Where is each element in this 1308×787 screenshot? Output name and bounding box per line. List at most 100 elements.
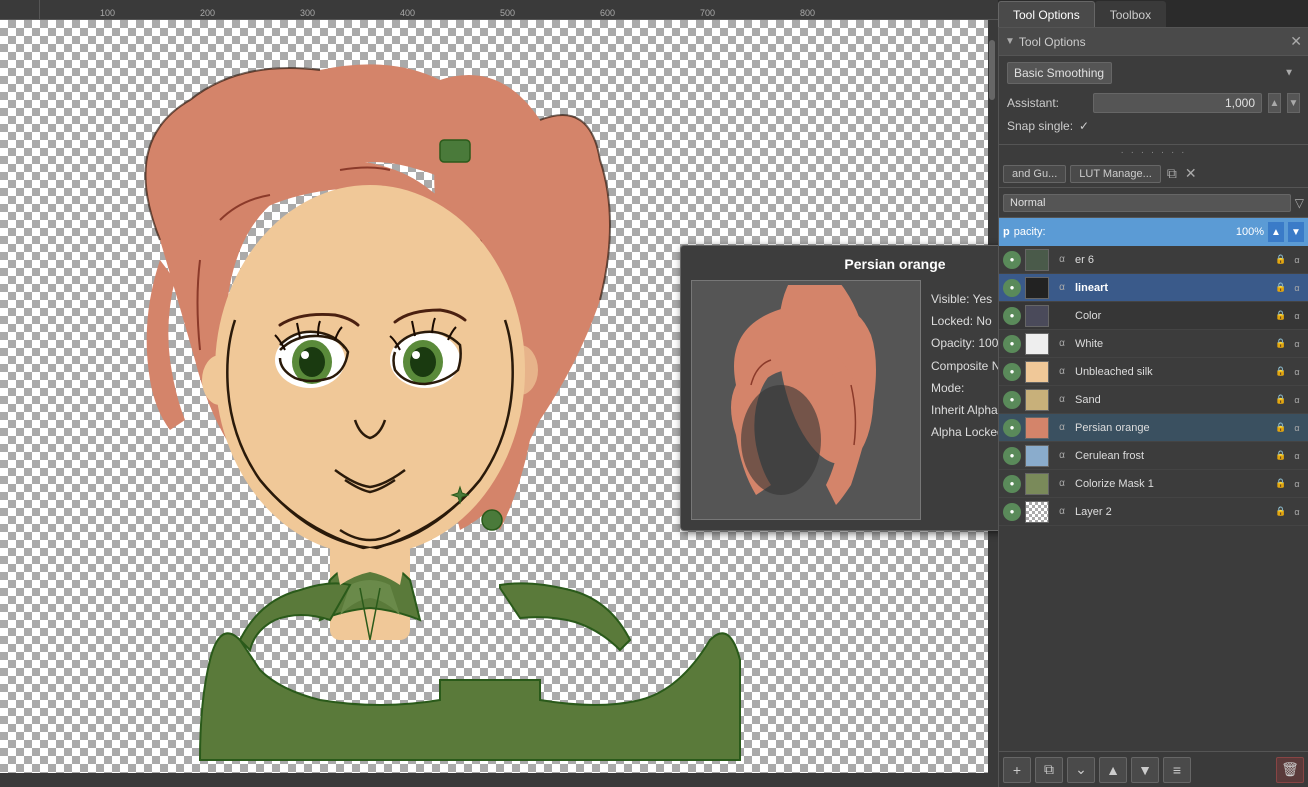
add-layer-button[interactable]: + — [1003, 757, 1031, 783]
layer-alpha-lock-icon[interactable]: α — [1290, 281, 1304, 295]
layer-visibility-icon[interactable]: ● — [1003, 251, 1021, 269]
layer-visibility-icon[interactable]: ● — [1003, 475, 1021, 493]
layer-lock-icon[interactable]: 🔒 — [1274, 365, 1288, 379]
move-layer-down-button[interactable]: ▼ — [1131, 757, 1159, 783]
blend-mode-select[interactable]: Normal Multiply Screen Overlay — [1003, 194, 1291, 212]
assistant-input[interactable] — [1093, 93, 1262, 113]
layer-lock-icon[interactable]: 🔒 — [1274, 309, 1288, 323]
layers-toolbar: and Gu... LUT Manage... ⧉ ✕ — [999, 160, 1308, 188]
layer-alpha-lock-icon[interactable]: α — [1290, 477, 1304, 491]
layer-visibility-icon[interactable]: ● — [1003, 363, 1021, 381]
layer-lock-icon[interactable]: 🔒 — [1274, 281, 1288, 295]
smoothing-select-wrapper: Basic Smoothing No Smoothing Stabilize W… — [1007, 62, 1300, 84]
layer-visibility-icon[interactable]: ● — [1003, 279, 1021, 297]
assistant-spin-up[interactable]: ▲ — [1268, 93, 1281, 113]
layer-visibility-icon[interactable]: ● — [1003, 447, 1021, 465]
layer-alpha-lock-icon[interactable]: α — [1290, 505, 1304, 519]
layer-item-sand[interactable]: ● α Sand 🔒 α — [999, 386, 1308, 414]
move-layer-up-button[interactable]: ▲ — [1099, 757, 1127, 783]
layer-lock-icon[interactable]: 🔒 — [1274, 505, 1288, 519]
layer-name: Layer 2 — [1075, 506, 1270, 518]
layer-name: White — [1075, 338, 1270, 350]
layer-item-cerulean-frost[interactable]: ● α Cerulean frost 🔒 α — [999, 442, 1308, 470]
layer-alpha-lock-icon[interactable]: α — [1290, 337, 1304, 351]
layer-item-unbleached-silk[interactable]: ● α Unbleached silk 🔒 α — [999, 358, 1308, 386]
layer-name: lineart — [1075, 282, 1270, 294]
lut-manager-button[interactable]: LUT Manage... — [1070, 165, 1161, 183]
layer-alpha-lock-icon[interactable]: α — [1290, 449, 1304, 463]
ruler-tick-500: 500 — [500, 8, 515, 18]
layer-item-colorize-mask[interactable]: ● α Colorize Mask 1 🔒 α — [999, 470, 1308, 498]
layer-alpha-icon: α — [1053, 251, 1071, 269]
layer-visibility-icon[interactable]: ● — [1003, 335, 1021, 353]
layer-item-persian-orange[interactable]: ● α Persian orange 🔒 α — [999, 414, 1308, 442]
layer-list[interactable]: ● α er 6 🔒 α ● α lineart 🔒 — [999, 246, 1308, 751]
layer-alpha-lock-icon[interactable]: α — [1290, 309, 1304, 323]
layer-item[interactable]: ● α er 6 🔒 α — [999, 246, 1308, 274]
layer-lock-icon[interactable]: 🔒 — [1274, 253, 1288, 267]
layer-alpha-lock-icon[interactable]: α — [1290, 393, 1304, 407]
layer-lock-icon[interactable]: 🔒 — [1274, 337, 1288, 351]
assistant-spin-down[interactable]: ▼ — [1287, 93, 1300, 113]
ruler-tick-400: 400 — [400, 8, 415, 18]
ruler-tick-200: 200 — [200, 8, 215, 18]
ruler-tick-700: 700 — [700, 8, 715, 18]
layer-lock-icon[interactable]: 🔒 — [1274, 421, 1288, 435]
layer-alpha-icon: α — [1053, 419, 1071, 437]
layer-visibility-icon[interactable]: ● — [1003, 391, 1021, 409]
layer-name: Persian orange — [1075, 422, 1270, 434]
layer-thumbnail — [1025, 333, 1049, 355]
assistant-row: Assistant: ▲ ▼ — [999, 90, 1308, 116]
layer-action-icons: 🔒 α — [1274, 393, 1304, 407]
smoothing-select[interactable]: Basic Smoothing No Smoothing Stabilize W… — [1007, 62, 1112, 84]
tab-toolbox[interactable]: Toolbox — [1095, 1, 1166, 27]
tab-tool-options[interactable]: Tool Options — [998, 1, 1095, 27]
opacity-spin-down[interactable]: ▼ — [1288, 222, 1304, 242]
canvas-container[interactable]: Persian orange — [0, 20, 998, 787]
layer-thumbnail — [1025, 249, 1049, 271]
layer-item-color[interactable]: ● Color 🔒 α — [999, 302, 1308, 330]
layers-bottom: + ⧉ ⌄ ▲ ▼ ≡ 🗑 — [999, 751, 1308, 787]
ruler-tick-100: 100 — [100, 8, 115, 18]
layer-lock-icon[interactable]: 🔒 — [1274, 393, 1288, 407]
layer-alpha-lock-icon[interactable]: α — [1290, 421, 1304, 435]
canvas-scrollbar-bottom[interactable] — [0, 773, 998, 787]
ruler-tick-600: 600 — [600, 8, 615, 18]
panel-close-button[interactable]: ✕ — [1290, 33, 1302, 50]
layer-action-icons: 🔒 α — [1274, 281, 1304, 295]
layer-lock-icon[interactable]: 🔒 — [1274, 449, 1288, 463]
layer-item-layer2[interactable]: ● α Layer 2 🔒 α — [999, 498, 1308, 526]
tooltip-composite: Composite Normal — [931, 357, 998, 376]
snap-single-row: Snap single: ✓ — [999, 116, 1308, 136]
ruler-tick-800: 800 — [800, 8, 815, 18]
flatten-button[interactable]: ≡ — [1163, 757, 1191, 783]
smoothing-select-arrow: ▼ — [1284, 68, 1294, 79]
copy-layer-button[interactable]: ⧉ — [1035, 757, 1063, 783]
layer-item-lineart[interactable]: ● α lineart 🔒 α — [999, 274, 1308, 302]
canvas-scroll-thumb — [989, 40, 995, 100]
delete-layer-button[interactable]: 🗑 — [1276, 757, 1304, 783]
layer-visibility-icon[interactable]: ● — [1003, 419, 1021, 437]
opacity-spin-up[interactable]: ▲ — [1268, 222, 1284, 242]
panel-collapse-arrow[interactable]: ▼ — [1005, 36, 1015, 47]
layers-close-icon[interactable]: ✕ — [1183, 163, 1199, 184]
snap-single-value: ✓ — [1079, 119, 1089, 133]
layer-thumbnail — [1025, 305, 1049, 327]
and-guides-button[interactable]: and Gu... — [1003, 165, 1066, 183]
snap-single-label: Snap single: — [1007, 119, 1073, 133]
filter-icon[interactable]: ▽ — [1295, 196, 1304, 210]
layer-alpha-lock-icon[interactable]: α — [1290, 365, 1304, 379]
layer-alpha-lock-icon[interactable]: α — [1290, 253, 1304, 267]
layers-expand-icon[interactable]: ⧉ — [1165, 163, 1179, 184]
layer-visibility-icon[interactable]: ● — [1003, 503, 1021, 521]
opacity-row: p pacity: 100% ▲ ▼ — [999, 218, 1308, 246]
tooltip-content: Visible: Yes Locked: No Opacity: 100% Co… — [691, 280, 998, 520]
layer-tooltip: Persian orange — [680, 245, 998, 531]
layer-alpha-icon: α — [1053, 363, 1071, 381]
layer-visibility-icon[interactable]: ● — [1003, 307, 1021, 325]
tooltip-mode: Mode: — [931, 379, 998, 398]
layer-item-white[interactable]: ● α White 🔒 α — [999, 330, 1308, 358]
merge-layers-button[interactable]: ⌄ — [1067, 757, 1095, 783]
tooltip-visible: Visible: Yes — [931, 290, 998, 309]
layer-lock-icon[interactable]: 🔒 — [1274, 477, 1288, 491]
